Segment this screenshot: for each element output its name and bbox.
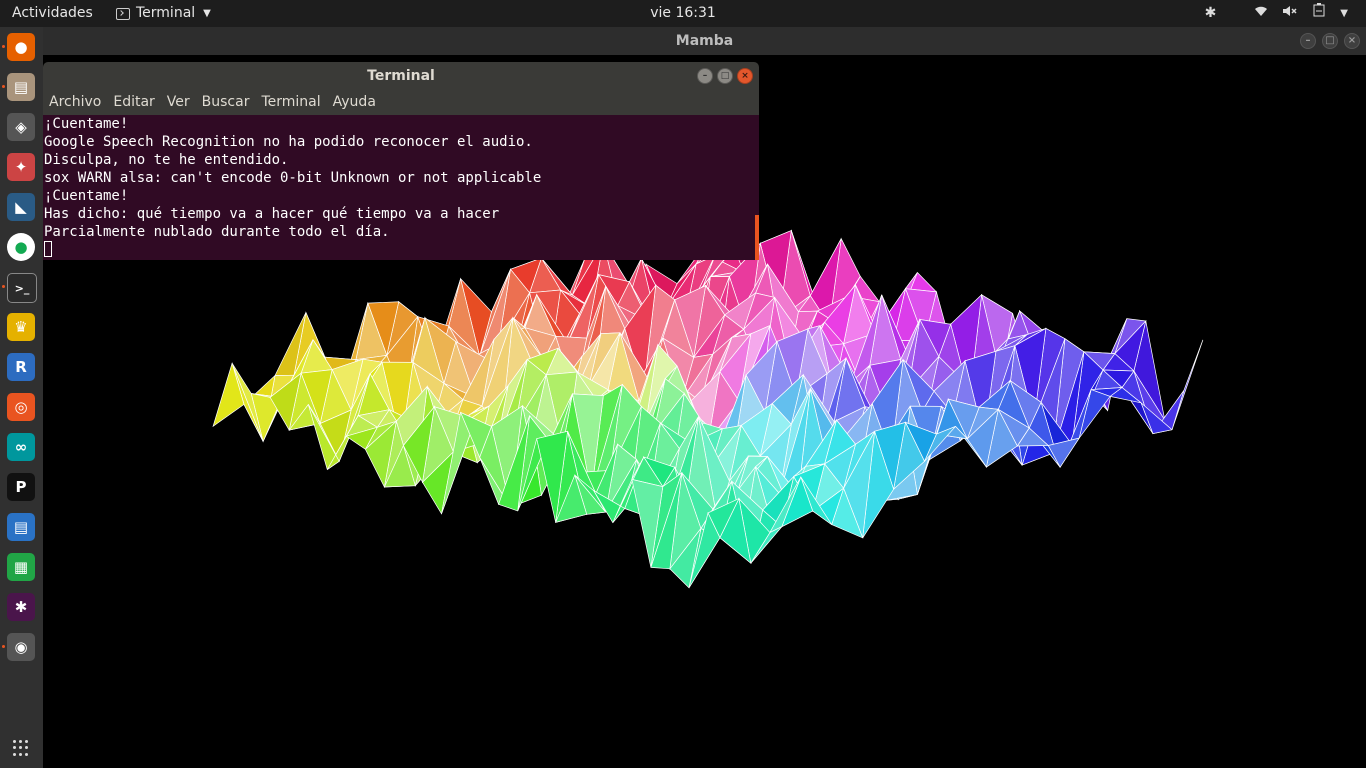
terminal-menu-ayuda[interactable]: Ayuda	[327, 90, 382, 115]
terminal-output[interactable]: ¡Cuentame! Google Speech Recognition no h…	[43, 115, 759, 260]
pycharm-icon[interactable]: P	[7, 473, 35, 501]
terminal-line: ¡Cuentame!	[44, 116, 129, 132]
running-indicator	[2, 285, 5, 288]
terminal-maximize-button[interactable]: □	[717, 68, 733, 84]
running-indicator	[2, 85, 5, 88]
system-tray[interactable]: ✱ ▼	[1205, 0, 1348, 27]
system-menu-chevron-icon[interactable]: ▼	[1340, 0, 1348, 27]
minimize-button[interactable]: –	[1300, 33, 1316, 49]
terminal-cursor	[44, 241, 52, 257]
running-indicator	[2, 645, 5, 648]
close-button[interactable]: ×	[1344, 33, 1360, 49]
r-icon[interactable]: R	[7, 353, 35, 381]
terminal-titlebar[interactable]: Terminal – □ ×	[43, 62, 759, 90]
terminal-menu-ver[interactable]: Ver	[161, 90, 196, 115]
wifi-icon[interactable]	[1254, 0, 1268, 27]
top-bar: Actividades Terminal ▼ vie 16:31 ✱ ▼	[0, 0, 1366, 27]
terminal-menu-buscar[interactable]: Buscar	[196, 90, 256, 115]
volume-muted-icon[interactable]	[1282, 0, 1298, 27]
mongodb-compass-icon[interactable]: ●	[7, 233, 35, 261]
show-applications-icon[interactable]	[13, 740, 29, 756]
files-icon[interactable]: ▤	[7, 73, 35, 101]
terminal-close-button[interactable]: ×	[737, 68, 753, 84]
slack-icon[interactable]: ✱	[7, 593, 35, 621]
running-indicator	[2, 45, 5, 48]
terminal-small-icon	[116, 7, 130, 20]
ubuntu-software-icon[interactable]: ◎	[7, 393, 35, 421]
games-icon[interactable]: ◈	[7, 113, 35, 141]
terminal-minimize-button[interactable]: –	[697, 68, 713, 84]
terminal-menu-terminal[interactable]: Terminal	[255, 90, 326, 115]
maximize-button[interactable]: □	[1322, 33, 1338, 49]
terminal-line: Parcialmente nublado durante todo el día…	[44, 224, 390, 240]
settings-tool-icon[interactable]: ✦	[7, 153, 35, 181]
activities-button[interactable]: Actividades	[12, 0, 93, 27]
terminal-menu-archivo[interactable]: Archivo	[43, 90, 107, 115]
mamba-window-titlebar[interactable]: Mamba – □ ×	[43, 27, 1366, 55]
app-menu-label: Terminal	[136, 5, 196, 21]
terminal-menu-editar[interactable]: Editar	[107, 90, 160, 115]
terminal-line: Disculpa, no te he entendido.	[44, 152, 289, 168]
screen-recorder-icon[interactable]: ◉	[7, 633, 35, 661]
trophy-app-icon[interactable]: ♛	[7, 313, 35, 341]
libreoffice-writer-icon[interactable]: ▤	[7, 513, 35, 541]
terminal-icon[interactable]: >_	[7, 273, 37, 303]
terminal-scrollbar[interactable]	[755, 215, 759, 260]
terminal-line: Has dicho: qué tiempo va a hacer qué tie…	[44, 206, 500, 222]
terminal-line: Google Speech Recognition no ha podido r…	[44, 134, 533, 150]
battery-icon[interactable]	[1312, 0, 1326, 27]
chevron-down-icon: ▼	[203, 8, 211, 19]
libreoffice-calc-icon[interactable]: ▦	[7, 553, 35, 581]
dock: ● ▤ ◈ ✦ ◣ ● >_ ♛ R ◎ ∞ P ▤ ▦ ✱ ◉	[0, 27, 43, 768]
terminal-menubar: Archivo Editar Ver Buscar Terminal Ayuda	[43, 90, 759, 115]
terminal-line: ¡Cuentame!	[44, 188, 129, 204]
arduino-icon[interactable]: ∞	[7, 433, 35, 461]
mysql-workbench-icon[interactable]: ◣	[7, 193, 35, 221]
mesh-face	[212, 361, 245, 428]
slack-tray-icon[interactable]: ✱	[1205, 0, 1217, 27]
terminal-title: Terminal	[367, 68, 435, 84]
firefox-icon[interactable]: ●	[7, 33, 35, 61]
app-menu-button[interactable]: Terminal ▼	[116, 0, 211, 27]
mamba-window-title: Mamba	[675, 33, 734, 49]
terminal-window[interactable]: Terminal – □ × Archivo Editar Ver Buscar Ter…	[43, 62, 759, 260]
mesh-face	[1171, 339, 1204, 430]
terminal-line: sox WARN alsa: can't encode 0-bit Unknow…	[44, 170, 542, 186]
